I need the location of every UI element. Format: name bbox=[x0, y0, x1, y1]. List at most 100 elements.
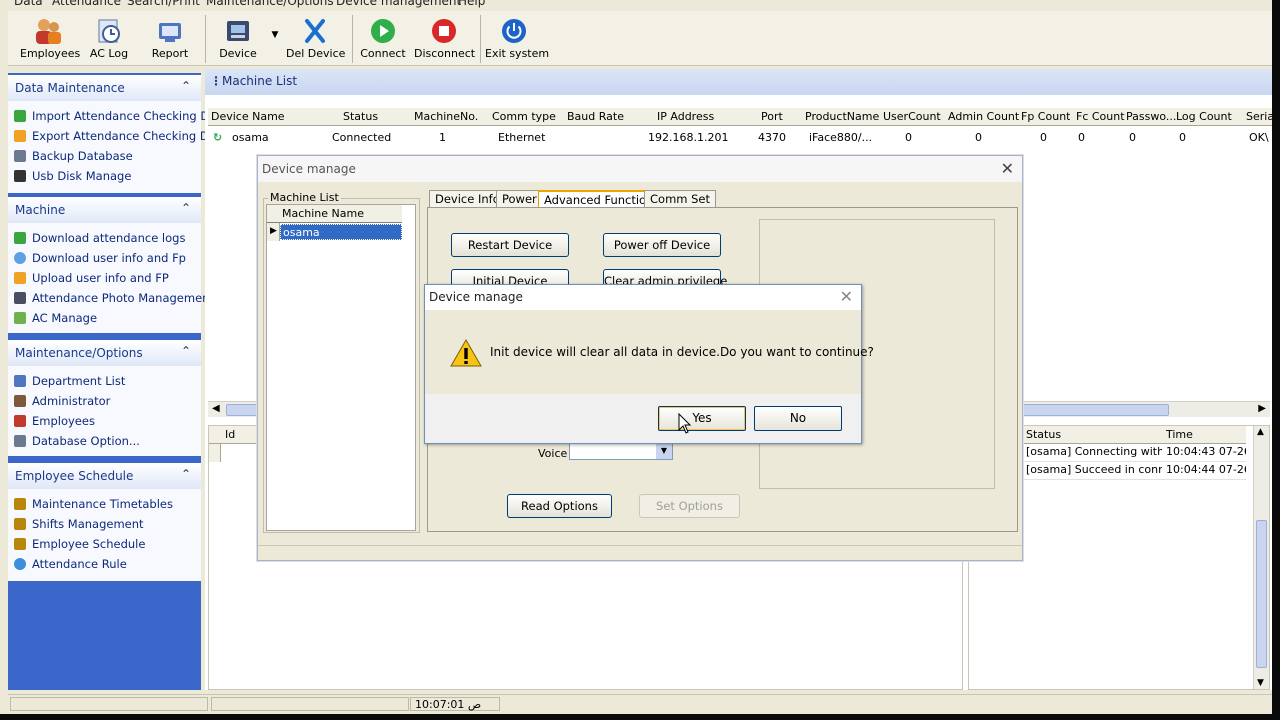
sidebar-item-photo[interactable]: Attendance Photo Management bbox=[14, 291, 214, 309]
close-icon[interactable]: ✕ bbox=[1001, 159, 1014, 178]
department-icon bbox=[14, 375, 26, 387]
ac-log-button[interactable]: AC Log bbox=[86, 17, 132, 63]
set-options-button[interactable]: Set Options bbox=[639, 494, 740, 518]
col-password[interactable]: Passwo... bbox=[1126, 110, 1176, 123]
chevron-down-icon[interactable]: ▼ bbox=[656, 443, 672, 459]
menu-data[interactable]: Data bbox=[14, 0, 43, 8]
sidebar-item-backup[interactable]: Backup Database bbox=[14, 149, 133, 167]
scroll-left-icon[interactable]: ◀ bbox=[212, 403, 220, 414]
device-dropdown-arrow[interactable]: ▼ bbox=[268, 27, 282, 73]
close-icon[interactable]: ✕ bbox=[840, 287, 853, 306]
toolbar-separator bbox=[352, 15, 353, 63]
menu-help[interactable]: Help bbox=[458, 0, 485, 8]
row-pointer-icon: ▶ bbox=[267, 223, 280, 241]
col-user-count[interactable]: UserCount bbox=[883, 110, 941, 123]
col-id[interactable]: Id bbox=[225, 428, 235, 441]
collapse-icon[interactable]: ⌃ bbox=[181, 79, 191, 93]
sidebar-item-department[interactable]: Department List bbox=[14, 374, 125, 392]
sidebar-item-usb[interactable]: Usb Disk Manage bbox=[14, 169, 131, 187]
clock-log-icon bbox=[98, 19, 120, 43]
disconnect-stop-icon bbox=[432, 19, 456, 43]
toolbar-separator bbox=[205, 15, 206, 63]
confirm-dialog: Device manage ✕ Init device will clear a… bbox=[424, 284, 874, 444]
tab-power[interactable]: Power bbox=[496, 190, 543, 207]
col-fp-count[interactable]: Fp Count bbox=[1021, 110, 1070, 123]
yes-button[interactable]: Yes bbox=[658, 406, 746, 431]
list-item[interactable]: [osama] Succeed in connecti 10:04:44 07-… bbox=[1024, 463, 1246, 480]
warning-icon bbox=[450, 338, 482, 367]
sidebar-item-upload-user[interactable]: Upload user info and FP bbox=[14, 271, 169, 289]
col-serial[interactable]: Seria bbox=[1246, 110, 1272, 123]
sidebar-item-attendance-rule[interactable]: Attendance Rule bbox=[14, 557, 127, 575]
col-port[interactable]: Port bbox=[761, 110, 783, 123]
del-device-button[interactable]: Del Device bbox=[286, 17, 345, 63]
report-icon bbox=[159, 23, 181, 42]
tab-comm-set[interactable]: Comm Set bbox=[644, 190, 717, 207]
restart-device-button[interactable]: Restart Device bbox=[451, 233, 569, 257]
menu-search-print[interactable]: Search/Print bbox=[127, 0, 200, 8]
disconnect-button[interactable]: Disconnect bbox=[414, 17, 475, 63]
menu-maintenance-options[interactable]: Maintenance/Options bbox=[206, 0, 334, 8]
ac-manage-icon bbox=[14, 312, 26, 324]
col-machine-no[interactable]: MachineNo. bbox=[414, 110, 478, 123]
app-window: Data Attendance Search/Print Maintenance… bbox=[0, 0, 1272, 714]
device-button[interactable]: Device bbox=[213, 17, 263, 63]
sidebar-item-import[interactable]: Import Attendance Checking Data bbox=[14, 109, 228, 127]
administrator-icon bbox=[14, 395, 26, 407]
scroll-down-icon[interactable]: ▼ bbox=[1257, 678, 1264, 688]
col-log-count[interactable]: Log Count bbox=[1176, 110, 1232, 123]
sidebar-item-database-option[interactable]: Database Option... bbox=[14, 434, 140, 452]
menu-attendance[interactable]: Attendance bbox=[52, 0, 121, 8]
col-admin-count[interactable]: Admin Count bbox=[948, 110, 1019, 123]
chevron-down-icon: ▼ bbox=[271, 30, 279, 40]
collapse-icon[interactable]: ⌃ bbox=[181, 467, 191, 481]
scrollbar-thumb[interactable] bbox=[1256, 520, 1267, 668]
sidebar-item-download-logs[interactable]: Download attendance logs bbox=[14, 231, 185, 249]
section-data-maintenance[interactable]: Data Maintenance ⌃ bbox=[8, 75, 201, 101]
col-status[interactable]: Status bbox=[343, 110, 378, 123]
sidebar-item-shifts[interactable]: Shifts Management bbox=[14, 517, 144, 535]
sidebar-item-timetables[interactable]: Maintenance Timetables bbox=[14, 497, 173, 515]
col-fc-count[interactable]: Fc Count bbox=[1076, 110, 1125, 123]
tab-advanced-function[interactable]: Advanced Function bbox=[538, 190, 660, 207]
connect-button[interactable]: Connect bbox=[358, 17, 408, 63]
power-off-device-button[interactable]: Power off Device bbox=[603, 233, 721, 257]
menu-device-management[interactable]: Device management bbox=[336, 0, 461, 8]
dialog-body: Init device will clear all data in devic… bbox=[425, 310, 874, 394]
scroll-right-icon[interactable]: ▶ bbox=[1258, 403, 1266, 414]
section-maintenance-options[interactable]: Maintenance/Options ⌃ bbox=[8, 340, 201, 366]
power-icon bbox=[502, 19, 526, 43]
col-comm-type[interactable]: Comm type bbox=[492, 110, 556, 123]
sidebar-item-export[interactable]: Export Attendance Checking Data bbox=[14, 129, 227, 147]
col-time[interactable]: Time bbox=[1166, 428, 1193, 441]
scroll-up-icon[interactable]: ▲ bbox=[1257, 427, 1264, 437]
sidebar-item-administrator[interactable]: Administrator bbox=[14, 394, 110, 412]
sidebar-item-employees[interactable]: Employees bbox=[14, 414, 95, 432]
col-ip-address[interactable]: IP Address bbox=[657, 110, 714, 123]
col-machine-name[interactable]: Machine Name bbox=[282, 207, 364, 220]
window-status-strip bbox=[258, 545, 1022, 561]
collapse-icon[interactable]: ⌃ bbox=[181, 201, 191, 215]
list-item[interactable]: [osama] Connecting with dev 10:04:43 07-… bbox=[1024, 445, 1246, 462]
sidebar-item-employee-schedule[interactable]: Employee Schedule bbox=[14, 537, 145, 555]
col-product-name[interactable]: ProductName bbox=[805, 110, 879, 123]
vertical-scrollbar[interactable]: ▲ ▼ bbox=[1253, 426, 1269, 689]
collapse-icon[interactable]: ⌃ bbox=[181, 344, 191, 358]
employees-button[interactable]: Employees bbox=[20, 17, 80, 63]
sidebar-item-download-user[interactable]: Download user info and Fp bbox=[14, 251, 186, 269]
report-button[interactable]: Report bbox=[148, 17, 192, 63]
col-status-log[interactable]: Status bbox=[1026, 428, 1061, 441]
voice-select[interactable]: ▼ bbox=[569, 442, 673, 460]
section-employee-schedule[interactable]: Employee Schedule ⌃ bbox=[8, 463, 201, 489]
section-machine[interactable]: Machine ⌃ bbox=[8, 197, 201, 223]
col-baud-rate[interactable]: Baud Rate bbox=[567, 110, 624, 123]
dialog-message: Init device will clear all data in devic… bbox=[490, 345, 874, 359]
read-options-button[interactable]: Read Options bbox=[507, 494, 612, 518]
no-button[interactable]: No bbox=[754, 406, 842, 431]
exit-system-button[interactable]: Exit system bbox=[485, 17, 549, 63]
tab-device-info[interactable]: Device Info bbox=[429, 190, 506, 207]
col-device-name[interactable]: Device Name bbox=[211, 110, 285, 123]
machine-row-selected[interactable]: osama bbox=[280, 224, 402, 240]
maintenance-panel: Department List Administrator Employees … bbox=[8, 366, 201, 456]
sidebar-item-ac-manage[interactable]: AC Manage bbox=[14, 311, 97, 329]
